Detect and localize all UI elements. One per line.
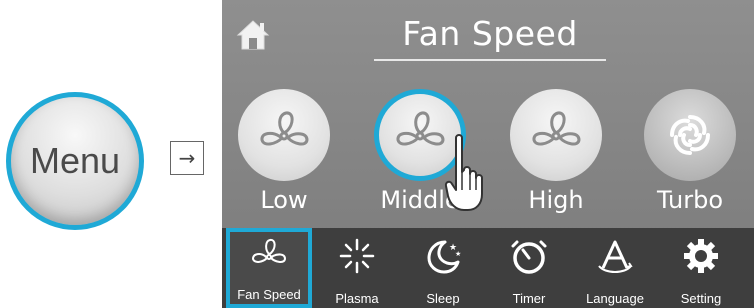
timer-icon <box>511 240 547 274</box>
svg-text:★: ★ <box>455 250 461 258</box>
nav-item-fan-speed[interactable]: Fan Speed <box>226 228 312 308</box>
home-icon[interactable] <box>236 19 270 51</box>
speed-label-low: Low <box>260 186 308 214</box>
nav-label: Setting <box>680 291 722 306</box>
nav-label: Sleep <box>426 291 460 306</box>
page-title: Fan Speed <box>402 14 578 53</box>
nav-item-sleep[interactable]: ★ ★ Sleep <box>400 228 486 308</box>
speed-button-low[interactable] <box>238 89 330 181</box>
menu-button[interactable]: Menu <box>6 92 144 230</box>
title-underline <box>374 59 606 61</box>
pointing-hand-icon <box>444 134 483 211</box>
menu-button-label: Menu <box>29 140 121 181</box>
language-icon <box>598 240 633 273</box>
moon-stars-icon: ★ ★ <box>427 240 461 274</box>
gear-icon <box>684 239 718 273</box>
nav-label: Fan Speed <box>237 287 301 302</box>
speed-button-turbo[interactable] <box>644 89 736 181</box>
nav-label: Language <box>586 291 644 306</box>
speed-label-high: High <box>528 186 584 214</box>
bottom-nav: Fan Speed Plasma ★ ★ Sleep Timer Languag… <box>222 228 754 308</box>
arrow-right-icon: → <box>170 141 204 175</box>
turbo-swirl-icon <box>670 115 710 155</box>
plasma-burst-icon <box>339 238 375 274</box>
fan-icon <box>396 111 445 146</box>
nav-label: Timer <box>512 291 546 306</box>
fan-icon <box>260 111 309 146</box>
fan-icon <box>252 238 286 263</box>
fan-icon <box>532 111 581 146</box>
nav-item-language[interactable]: Language <box>572 228 658 308</box>
device-screen: Fan Speed Low Middle High Turbo Fan Spee… <box>222 0 754 308</box>
nav-item-plasma[interactable]: Plasma <box>314 228 400 308</box>
nav-label: Plasma <box>335 291 379 306</box>
nav-item-timer[interactable]: Timer <box>486 228 572 308</box>
speed-label-turbo: Turbo <box>656 186 723 214</box>
speed-button-high[interactable] <box>510 89 602 181</box>
nav-item-setting[interactable]: Setting <box>658 228 744 308</box>
